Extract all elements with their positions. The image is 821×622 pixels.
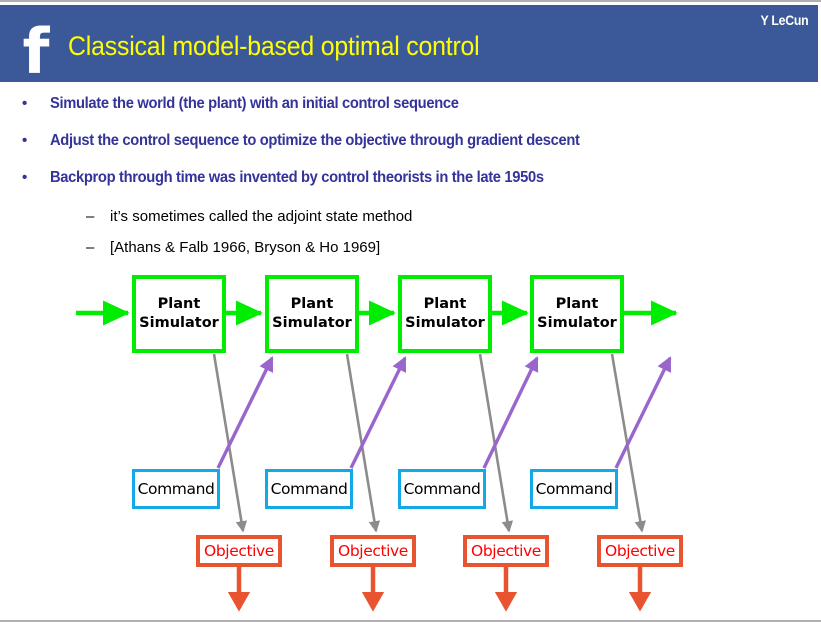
author-label: Y LeCun <box>760 12 808 28</box>
sub-bullet-item-2: – [Athans & Falb 1966, Bryson & Ho 1969] <box>86 239 381 256</box>
bullet-item-1: • Simulate the world (the plant) with an… <box>22 95 480 113</box>
sub-bullet-marker: – <box>86 208 95 225</box>
plant-simulator-label: Plant Simulator <box>537 296 617 331</box>
bullet-marker: • <box>22 132 27 149</box>
objective-label: Objective <box>605 542 675 560</box>
command-label: Command <box>403 480 481 498</box>
bullet-text: Simulate the world (the plant) with an i… <box>50 95 459 112</box>
command-node-2[interactable]: Command <box>265 469 353 509</box>
page-title: Classical model-based optimal control <box>68 31 480 61</box>
bullet-marker: • <box>22 169 27 186</box>
command-node-1[interactable]: Command <box>132 469 220 509</box>
command-label: Command <box>535 480 613 498</box>
objective-label: Objective <box>471 542 541 560</box>
sub-bullet-marker: – <box>86 239 95 256</box>
command-node-3[interactable]: Command <box>398 469 486 509</box>
objective-label: Objective <box>204 542 274 560</box>
plant-simulator-node-4[interactable]: Plant Simulator <box>530 275 624 353</box>
command-label: Command <box>137 480 215 498</box>
sub-bullet-text: [Athans & Falb 1966, Bryson & Ho 1969] <box>110 239 381 256</box>
slide-banner: f Classical model-based optimal control … <box>0 5 818 88</box>
facebook-logo-icon: f <box>22 15 50 88</box>
objective-node-1[interactable]: Objective <box>196 535 282 567</box>
objective-node-4[interactable]: Objective <box>597 535 683 567</box>
objective-node-2[interactable]: Objective <box>330 535 416 567</box>
command-node-4[interactable]: Command <box>530 469 618 509</box>
gradient-arrow-group <box>216 356 672 469</box>
command-label: Command <box>270 480 348 498</box>
plant-simulator-label: Plant Simulator <box>139 296 219 331</box>
bullet-text: Backprop through time was invented by co… <box>50 169 544 186</box>
objective-arrow-group <box>227 567 652 612</box>
bullet-item-2: • Adjust the control sequence to optimiz… <box>22 132 607 150</box>
bullet-item-3: • Backprop through time was invented by … <box>22 169 570 187</box>
objective-label: Objective <box>338 542 408 560</box>
plant-simulator-node-2[interactable]: Plant Simulator <box>265 275 359 353</box>
plant-simulator-node-3[interactable]: Plant Simulator <box>398 275 492 353</box>
bullet-marker: • <box>22 95 27 112</box>
slide: f Classical model-based optimal control … <box>0 0 821 622</box>
bullet-text: Adjust the control sequence to optimize … <box>50 132 580 149</box>
plant-simulator-node-1[interactable]: Plant Simulator <box>132 275 226 353</box>
plant-simulator-label: Plant Simulator <box>272 296 352 331</box>
objective-node-3[interactable]: Objective <box>463 535 549 567</box>
sub-bullet-item-1: – it’s sometimes called the adjoint stat… <box>86 208 413 225</box>
plant-simulator-label: Plant Simulator <box>405 296 485 331</box>
sub-bullet-text: it’s sometimes called the adjoint state … <box>110 208 413 225</box>
